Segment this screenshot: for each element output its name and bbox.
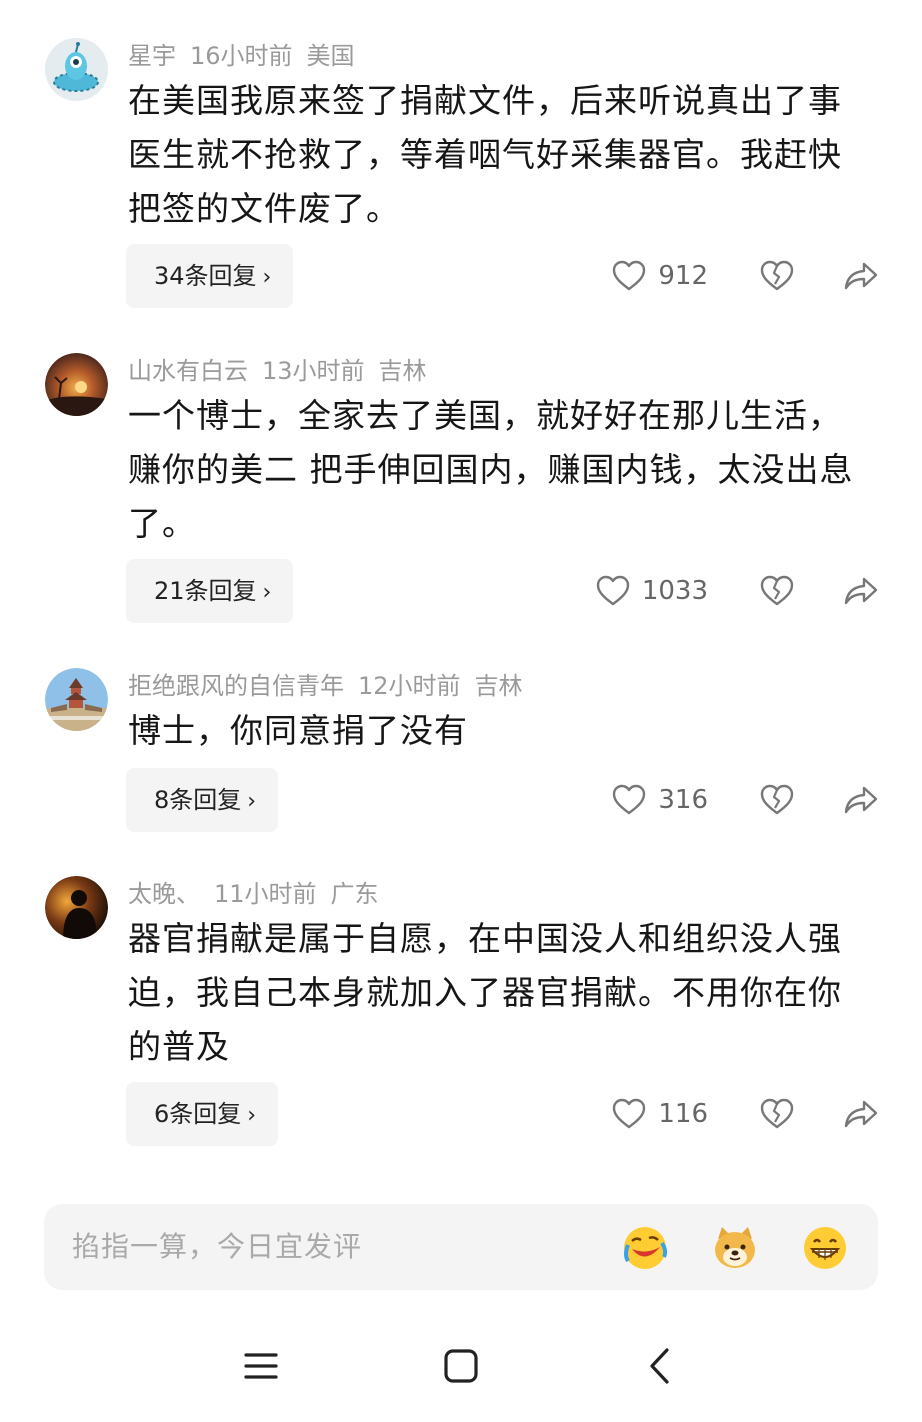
- comment-page: 星宇 16小时前 美国 在美国我原来签了捐献文件，后来听说真出了事医生就不抢救了，等…: [0, 0, 922, 1422]
- comment-meta: 山水有白云 13小时前 吉林: [128, 354, 441, 388]
- comment-meta: 星宇 16小时前 美国: [128, 39, 369, 73]
- chevron-right-icon: ›: [247, 1103, 257, 1128]
- heart-outline-icon: [613, 784, 646, 815]
- like-count: 116: [658, 1099, 708, 1129]
- back-chevron-icon[interactable]: [639, 1344, 683, 1388]
- timestamp: 16小时前: [190, 42, 293, 70]
- like-button[interactable]: 1033: [596, 575, 708, 607]
- share-button[interactable]: [844, 576, 878, 606]
- silhouette-avatar-icon: [45, 876, 108, 939]
- dislike-button[interactable]: [760, 784, 794, 816]
- alien-avatar-icon: [45, 38, 108, 101]
- dislike-button[interactable]: [760, 1098, 794, 1130]
- location: 吉林: [378, 357, 427, 385]
- timestamp: 11小时前: [214, 880, 317, 908]
- comment-actions: 116: [612, 1094, 878, 1134]
- location: 广东: [330, 880, 379, 908]
- sunset-avatar-icon: [45, 353, 108, 416]
- location: 美国: [306, 42, 355, 70]
- like-button[interactable]: 912: [612, 260, 708, 292]
- avatar[interactable]: [45, 38, 108, 101]
- chevron-right-icon: ›: [262, 580, 272, 605]
- share-button[interactable]: [844, 785, 878, 815]
- broken-heart-icon: [760, 784, 794, 815]
- pagoda-avatar-icon: [45, 668, 108, 731]
- replies-label: 8条回复: [154, 786, 242, 814]
- menu-icon[interactable]: [239, 1344, 283, 1388]
- replies-label: 34条回复: [154, 262, 257, 290]
- dislike-button[interactable]: [760, 575, 794, 607]
- like-button[interactable]: 316: [612, 784, 708, 816]
- broken-heart-icon: [760, 1098, 794, 1129]
- username[interactable]: 山水有白云: [128, 357, 248, 385]
- avatar[interactable]: [45, 353, 108, 416]
- like-count: 316: [658, 785, 708, 815]
- heart-outline-icon: [596, 575, 630, 606]
- grinning-emoji-icon[interactable]: [802, 1225, 848, 1271]
- heart-outline-icon: [613, 260, 646, 291]
- chevron-right-icon: ›: [262, 265, 272, 290]
- share-arrow-icon: [844, 1100, 878, 1128]
- comment-text[interactable]: 博士，你同意捐了没有: [128, 704, 868, 758]
- doge-emoji-icon[interactable]: [712, 1225, 758, 1271]
- broken-heart-icon: [760, 575, 794, 606]
- view-replies-button[interactable]: 6条回复 ›: [126, 1082, 279, 1146]
- comment-text[interactable]: 器官捐献是属于自愿，在中国没人和组织没人强迫，我自己本身就加入了器官捐献。不用你…: [128, 912, 868, 1074]
- system-navigation-bar: [0, 1330, 922, 1402]
- timestamp: 13小时前: [262, 357, 365, 385]
- heart-outline-icon: [613, 1098, 646, 1129]
- like-count: 912: [658, 261, 708, 291]
- comment-text[interactable]: 在美国我原来签了捐献文件，后来听说真出了事医生就不抢救了，等着咽气好采集器官。我…: [128, 74, 868, 236]
- comment-meta: 太晚、 11小时前 广东: [128, 877, 393, 911]
- broken-heart-icon: [760, 260, 794, 291]
- chevron-right-icon: ›: [247, 789, 257, 814]
- view-replies-button[interactable]: 21条回复 ›: [126, 559, 294, 623]
- like-count: 1033: [641, 576, 708, 606]
- timestamp: 12小时前: [358, 672, 461, 700]
- like-button[interactable]: 116: [612, 1098, 708, 1130]
- comment-actions: 316: [612, 780, 878, 820]
- replies-label: 6条回复: [154, 1100, 242, 1128]
- replies-label: 21条回复: [154, 577, 257, 605]
- share-arrow-icon: [844, 577, 878, 605]
- username[interactable]: 拒绝跟风的自信青年: [128, 672, 344, 700]
- share-arrow-icon: [844, 262, 878, 290]
- comment-actions: 912: [612, 256, 878, 296]
- share-button[interactable]: [844, 261, 878, 291]
- share-button[interactable]: [844, 1099, 878, 1129]
- location: 吉林: [474, 672, 523, 700]
- home-square-icon[interactable]: [439, 1344, 483, 1388]
- dislike-button[interactable]: [760, 260, 794, 292]
- laughing-tears-emoji-icon[interactable]: [622, 1225, 668, 1271]
- view-replies-button[interactable]: 34条回复 ›: [126, 244, 294, 308]
- comment-input-placeholder: 掐指一算，今日宜发评: [72, 1230, 363, 1263]
- comment-input[interactable]: 掐指一算，今日宜发评: [44, 1204, 878, 1290]
- username[interactable]: 星宇: [128, 42, 176, 70]
- view-replies-button[interactable]: 8条回复 ›: [126, 768, 279, 832]
- comment-meta: 拒绝跟风的自信青年 12小时前 吉林: [128, 669, 537, 703]
- avatar[interactable]: [45, 876, 108, 939]
- avatar[interactable]: [45, 668, 108, 731]
- comment-text[interactable]: 一个博士，全家去了美国，就好好在那儿生活，赚你的美二 把手伸回国内，赚国内钱，太…: [128, 389, 868, 551]
- username[interactable]: 太晚、: [128, 880, 200, 908]
- comment-actions: 1033: [596, 571, 878, 611]
- share-arrow-icon: [844, 786, 878, 814]
